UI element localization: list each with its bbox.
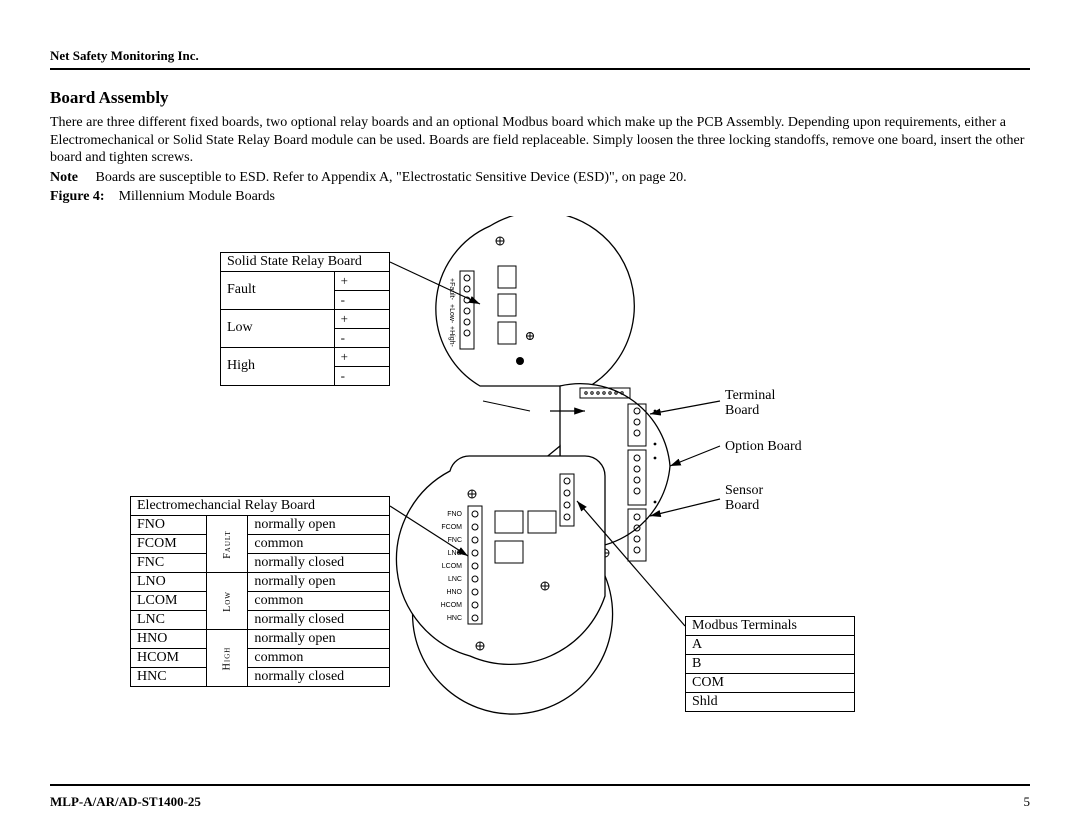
footer-docid: MLP-A/AR/AD-ST1400-25 xyxy=(50,794,201,810)
leader-sensor xyxy=(650,499,720,516)
callout-terminal-l1: Terminal xyxy=(725,388,775,403)
diagram-area: Solid State Relay Board Fault+ - Low+ - … xyxy=(50,216,1030,736)
leader-option xyxy=(670,446,720,466)
header-rule xyxy=(50,68,1030,70)
emr-pin-2: FNC xyxy=(448,537,462,544)
callout-sensor-l2: Board xyxy=(725,498,759,513)
leader-terminal xyxy=(650,401,720,414)
figure-caption: Figure 4: Millennium Module Boards xyxy=(50,188,1030,206)
emr-pin-5: LNC xyxy=(448,576,462,583)
section-heading: Board Assembly xyxy=(50,88,1030,108)
callout-option: Option Board xyxy=(725,439,802,454)
callout-sensor-l1: Sensor xyxy=(725,483,763,498)
figure-title: Millennium Module Boards xyxy=(119,189,275,204)
footer-rule xyxy=(50,784,1030,786)
emr-pin-6: HNO xyxy=(446,589,462,596)
pcb-bottom-board: FNO FCOM FNC LNO LCOM LNC HNO HCOM HNC xyxy=(396,446,612,714)
note-label: Note xyxy=(50,170,78,185)
emr-pin-0: FNO xyxy=(447,511,462,518)
leader-header-ext xyxy=(483,401,530,411)
header-company: Net Safety Monitoring Inc. xyxy=(50,48,1030,64)
para-main: There are three different fixed boards, … xyxy=(50,114,1030,167)
figure-label: Figure 4: xyxy=(50,189,105,204)
note-body: Boards are susceptible to ESD. Refer to … xyxy=(96,170,687,185)
callout-terminal-l2: Board xyxy=(725,403,759,418)
pcb-top-label-high: +High- xyxy=(448,326,455,347)
emr-pin-4: LCOM xyxy=(442,563,462,570)
footer: MLP-A/AR/AD-ST1400-25 5 xyxy=(50,794,1030,810)
pcb-top-board: +Fault- +Low- +High- xyxy=(436,216,634,386)
emr-pin-1: FCOM xyxy=(441,524,462,531)
pcb-diagram: +Fault- +Low- +High- xyxy=(50,216,1030,736)
emr-pin-8: HNC xyxy=(447,615,462,622)
para-note: Note Boards are susceptible to ESD. Refe… xyxy=(50,169,1030,187)
footer-page: 5 xyxy=(1024,794,1031,810)
pcb-top-label-low: +Low- xyxy=(448,304,455,324)
emr-pin-7: HCOM xyxy=(441,602,463,609)
